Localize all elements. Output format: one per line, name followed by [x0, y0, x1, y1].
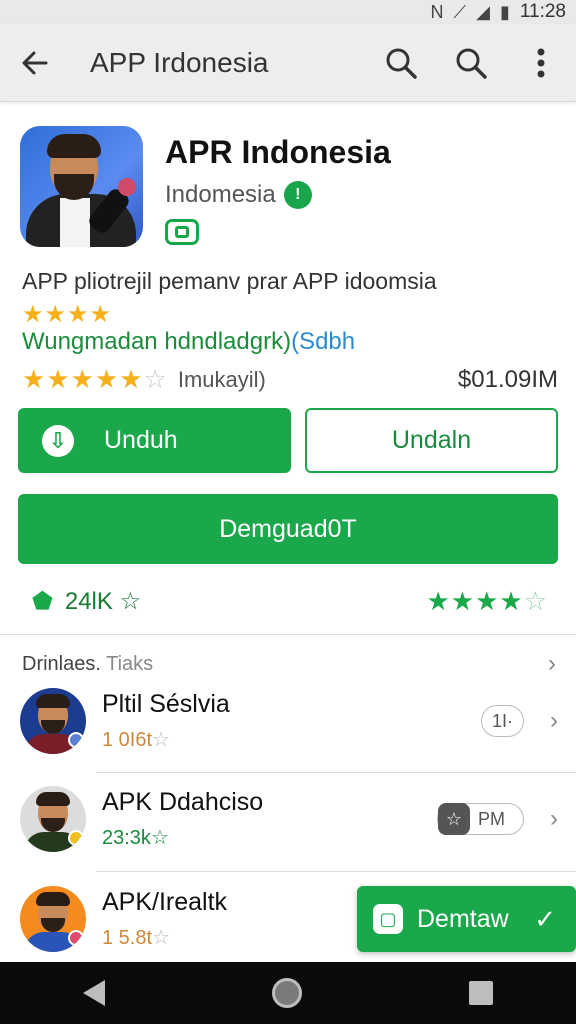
check-icon: ✓: [534, 903, 556, 934]
tagline: Wungmadan hdndladgrk)(Sdbh: [22, 328, 355, 356]
search-button-2[interactable]: [436, 24, 506, 101]
wifi-icon: ◢: [476, 1, 490, 22]
list-item-subtitle: 23:3k☆: [102, 827, 169, 849]
floating-action-button[interactable]: ▢ Demtaw ✓: [357, 886, 576, 952]
divider: [96, 772, 576, 773]
avatar: [20, 886, 86, 952]
secondary-button[interactable]: Undaln: [305, 408, 558, 473]
square-icon: ▢: [373, 904, 403, 934]
wide-action-button[interactable]: Demguad0T: [18, 494, 558, 564]
overflow-menu-button[interactable]: [506, 24, 576, 101]
back-button[interactable]: [0, 24, 70, 101]
search-icon: [386, 48, 417, 79]
price: $01.09IM: [457, 365, 558, 393]
list-item-subtitle: 1 0I6t☆: [102, 729, 170, 751]
chevron-right-icon: ›: [550, 805, 558, 832]
award-icon: ⬟: [32, 588, 53, 615]
page-title: APP Irdonesia: [90, 46, 269, 78]
app-name: APR Indonesia: [165, 134, 391, 170]
section-title: Drinlaes. Tiaks: [22, 652, 154, 675]
list-item[interactable]: APK Ddahciso 23:3k☆ ☆ PM ›: [20, 774, 558, 864]
system-nav-bar: [0, 962, 576, 1024]
app-badge-icon: [165, 219, 199, 245]
stats-star-rating: ★★★★☆: [426, 586, 548, 616]
fab-label: Demtaw: [417, 904, 509, 933]
verified-icon: !: [283, 181, 312, 209]
download-button[interactable]: ⇩ Unduh: [18, 408, 291, 473]
developer-name[interactable]: Indomesia: [165, 181, 276, 209]
more-vert-icon: [537, 48, 545, 77]
battery-icon: ▮: [499, 1, 510, 22]
stats-row: ⬟ 24lK ☆ ★★★★☆: [32, 586, 548, 617]
app-header: APR Indonesia Indomesia !: [20, 126, 556, 251]
app-description: APP pliotrejil pemanv prar APP idoomsia: [22, 268, 437, 294]
section-header[interactable]: Drinlaes. Tiaks ›: [22, 650, 556, 678]
rating-label: Imukayil): [177, 366, 266, 392]
nav-back-icon[interactable]: [83, 980, 106, 1006]
rating-row: ★★★★★☆ Imukayil) $01.09IM: [22, 364, 558, 395]
download-icon: ⇩: [42, 424, 74, 457]
tagline-text: Wungmadan hdndladgrk): [22, 328, 292, 355]
app-bar: APP Irdonesia: [0, 24, 576, 102]
download-button-label: Unduh: [104, 426, 178, 454]
app-icon: [20, 126, 143, 247]
chevron-right-icon: ›: [550, 707, 558, 734]
avatar: [20, 786, 86, 852]
downloads-count: 24lK ☆: [64, 588, 142, 615]
list-item-pill[interactable]: ☆ PM: [437, 803, 524, 835]
search-icon: [456, 48, 487, 79]
search-button[interactable]: [366, 24, 436, 101]
arrow-left-icon: [22, 51, 48, 74]
divider: [96, 871, 576, 872]
nav-home-icon[interactable]: [271, 978, 302, 1008]
status-bar: N ⟋ ◢ ▮ 11:28: [0, 0, 576, 24]
nav-recents-icon[interactable]: [468, 981, 493, 1005]
chevron-right-icon: ›: [548, 650, 556, 677]
list-item-title: Pltil Séslvia: [102, 690, 230, 718]
status-time: 11:28: [519, 1, 566, 22]
small-star-rating: ★★★★: [22, 301, 113, 328]
list-item-pill[interactable]: 1I·: [480, 705, 524, 737]
button-row: ⇩ Unduh Undaln: [18, 408, 558, 473]
star-rating: ★★★★★☆: [22, 364, 168, 394]
avatar: [20, 688, 86, 754]
list-item[interactable]: Pltil Séslvia 1 0I6t☆ 1I· ›: [20, 676, 558, 766]
star-badge-icon: ☆: [438, 803, 470, 835]
list-item-title: APK Ddahciso: [102, 788, 264, 816]
nfc-icon: N: [430, 1, 444, 22]
divider: [0, 634, 576, 635]
tagline-link[interactable]: (Sdbh: [291, 328, 355, 355]
signal-icon: ⟋: [453, 1, 467, 22]
